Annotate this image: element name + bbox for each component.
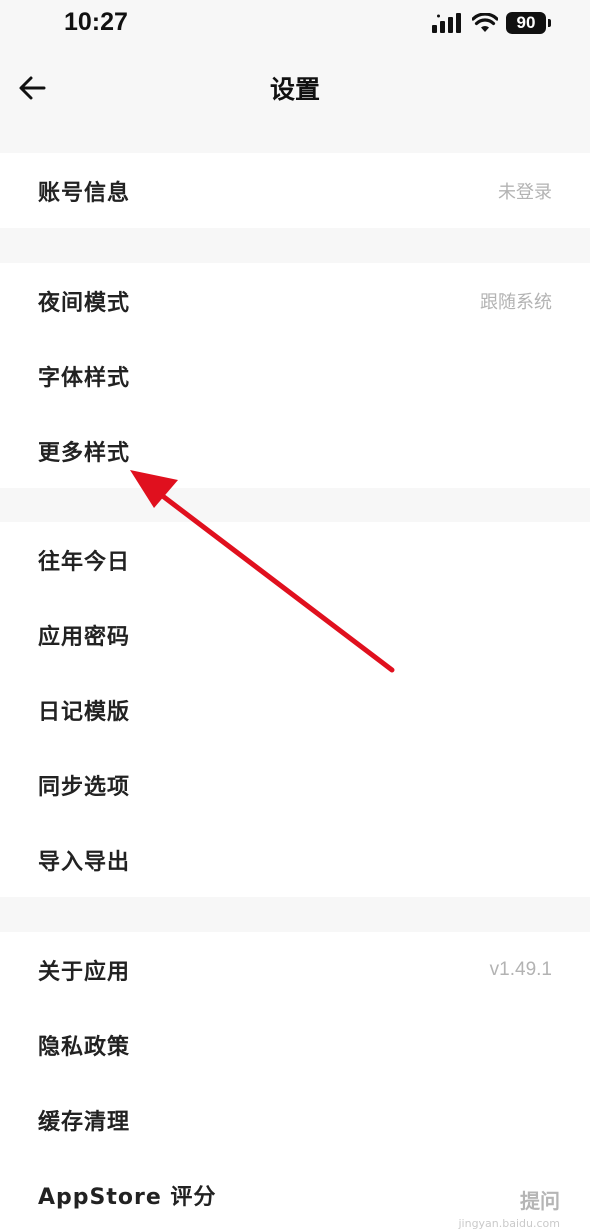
status-icons: 90 (432, 12, 551, 34)
row-value: 跟随系统 (480, 291, 552, 313)
row-label: 关于应用 (38, 959, 131, 985)
watermark-text: 提问 (520, 1189, 560, 1213)
status-time: 10:27 (64, 8, 128, 36)
row-on-this-day[interactable]: 往年今日 (0, 522, 590, 597)
row-label: 夜间模式 (38, 290, 131, 316)
row-label: 应用密码 (38, 624, 131, 650)
wifi-icon (472, 13, 498, 32)
row-more-styles[interactable]: 更多样式 (0, 413, 590, 488)
battery-icon: 90 (506, 12, 551, 34)
section-appearance: 夜间模式 跟随系统 字体样式 更多样式 (0, 263, 590, 488)
row-night-mode[interactable]: 夜间模式 跟随系统 (0, 263, 590, 338)
row-label: 日记模版 (38, 699, 131, 725)
row-import-export[interactable]: 导入导出 (0, 822, 590, 897)
section-features: 往年今日 应用密码 日记模版 同步选项 导入导出 (0, 522, 590, 897)
row-account-info[interactable]: 账号信息 未登录 (0, 153, 590, 228)
section-about: 关于应用 v1.49.1 隐私政策 缓存清理 AppStore 评分 (0, 932, 590, 1232)
row-label: 隐私政策 (38, 1034, 131, 1060)
row-clear-cache[interactable]: 缓存清理 (0, 1082, 590, 1157)
signal-icon (432, 13, 461, 33)
watermark-sub-text: jingyan.baidu.com (458, 1217, 560, 1230)
row-diary-template[interactable]: 日记模版 (0, 672, 590, 747)
page-title: 设置 (269, 75, 320, 104)
row-label: 导入导出 (38, 849, 131, 875)
nav-bar: 设置 (0, 56, 590, 120)
row-about-app[interactable]: 关于应用 v1.49.1 (0, 932, 590, 1007)
row-value: 未登录 (498, 181, 552, 203)
row-privacy-policy[interactable]: 隐私政策 (0, 1007, 590, 1082)
row-label: AppStore 评分 (38, 1184, 217, 1210)
row-app-password[interactable]: 应用密码 (0, 597, 590, 672)
row-font-style[interactable]: 字体样式 (0, 338, 590, 413)
row-sync-options[interactable]: 同步选项 (0, 747, 590, 822)
row-label: 更多样式 (38, 440, 131, 466)
row-label: 同步选项 (38, 774, 131, 800)
row-label: 字体样式 (38, 365, 131, 391)
row-label: 往年今日 (38, 549, 131, 575)
row-label: 缓存清理 (38, 1109, 131, 1135)
status-bar: 10:27 90 (0, 0, 590, 48)
row-label: 账号信息 (38, 180, 131, 206)
version-value: v1.49.1 (489, 958, 552, 980)
section-account: 账号信息 未登录 (0, 153, 590, 228)
